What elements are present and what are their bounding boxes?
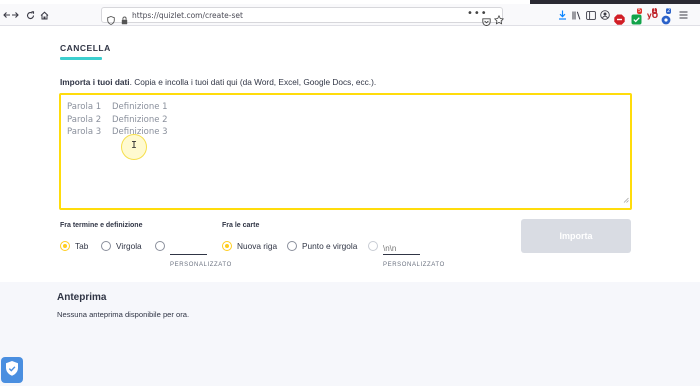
sidebar-icon[interactable] — [585, 7, 597, 23]
radio-dot[interactable] — [60, 241, 70, 251]
url-text[interactable]: https://quizlet.com/create-set — [132, 9, 243, 22]
star-icon[interactable] — [493, 10, 505, 29]
radio-label: Tab — [75, 241, 89, 251]
adblock-icon[interactable] — [614, 10, 628, 25]
radio-tab[interactable]: Tab — [60, 241, 88, 251]
radio-dot[interactable] — [287, 241, 297, 251]
radio-label: Virgola — [116, 241, 142, 251]
radio-label: Punto e virgola — [302, 241, 358, 251]
tab-cancella[interactable]: CANCELLA — [60, 43, 111, 53]
between-cards-title: Fra le carte — [222, 222, 260, 229]
preview-title: Anteprima — [57, 292, 107, 303]
menu-icon[interactable] — [677, 7, 689, 23]
import-button[interactable]: Importa — [521, 219, 631, 253]
resize-grip-icon[interactable] — [623, 188, 629, 207]
radio-nuova-riga[interactable]: Nuova riga — [222, 241, 277, 251]
between-term-title: Fra termine e definizione — [60, 222, 143, 229]
forward-arrow-icon[interactable] — [10, 7, 20, 23]
import-textarea[interactable] — [61, 95, 630, 208]
browser-toolbar: https://quizlet.com/create-set ••• 5 yO … — [0, 4, 700, 26]
privacy-shield-icon[interactable] — [1, 357, 23, 383]
extension-red-badge: 1 — [652, 8, 658, 14]
account-icon[interactable] — [599, 7, 611, 23]
radio-custom-term[interactable] — [155, 241, 165, 251]
address-bar[interactable]: https://quizlet.com/create-set ••• — [101, 7, 505, 26]
custom-cards-separator-input[interactable] — [383, 243, 420, 255]
radio-punto-e-virgola[interactable]: Punto e virgola — [287, 241, 357, 251]
radio-dot[interactable] — [155, 241, 165, 251]
lock-icon[interactable] — [121, 10, 128, 29]
reload-icon[interactable] — [24, 7, 36, 23]
custom-term-separator-input[interactable] — [170, 243, 207, 255]
radio-dot[interactable] — [368, 241, 378, 251]
pocket-icon[interactable] — [482, 11, 491, 30]
custom-cards-label: PERSONALIZZATO — [383, 262, 445, 268]
shield-icon[interactable] — [107, 10, 115, 29]
tab-active-underline — [60, 57, 102, 60]
home-icon[interactable] — [38, 7, 50, 23]
preview-empty-message: Nessuna anteprima disponibile per ora. — [57, 310, 190, 319]
import-label-rest: . Copia e incolla i tuoi dati qui (da Wo… — [129, 77, 377, 87]
radio-dot[interactable] — [222, 241, 232, 251]
download-icon[interactable] — [556, 7, 568, 23]
radio-dot[interactable] — [101, 241, 111, 251]
radio-virgola[interactable]: Virgola — [101, 241, 142, 251]
extension-count-badge: 2 — [666, 8, 672, 14]
adblock-count-badge: 5 — [637, 8, 643, 14]
library-icon[interactable] — [571, 7, 583, 23]
radio-custom-cards[interactable] — [368, 241, 378, 251]
text-cursor-icon: I — [131, 140, 138, 151]
custom-term-label: PERSONALIZZATO — [170, 262, 232, 268]
import-instructions: Importa i tuoi dati. Copia e incolla i t… — [60, 77, 376, 87]
import-label-bold: Importa i tuoi dati — [60, 77, 130, 87]
radio-label: Nuova riga — [237, 241, 278, 251]
